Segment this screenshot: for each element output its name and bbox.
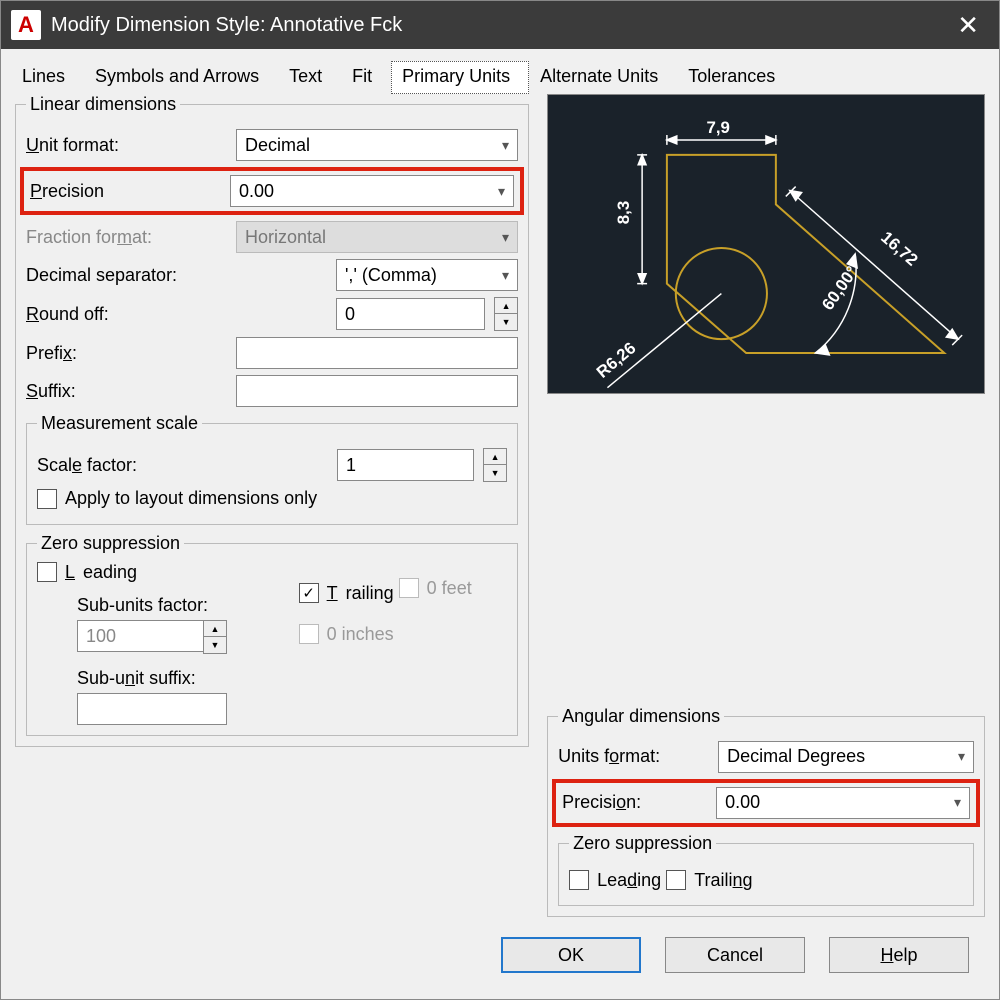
ok-button[interactable]: OK (501, 937, 641, 973)
linear-dimensions-group: Linear dimensions Unit format: Decimal▾ … (15, 94, 529, 747)
chevron-down-icon: ▾ (498, 183, 505, 200)
subunits-factor-input: 100 (77, 620, 204, 652)
angular-legend: Angular dimensions (558, 706, 724, 727)
spinner-up-icon[interactable]: ▲ (484, 449, 506, 465)
button-bar: OK Cancel Help (1, 917, 999, 999)
subunits-factor-label: Sub-units factor: (77, 595, 269, 616)
angular-trailing-checkbox[interactable]: Trailing (666, 870, 752, 891)
prefix-label: Prefix: (26, 343, 226, 364)
precision-select[interactable]: 0.00▾ (230, 175, 514, 207)
unit-format-label: Unit format: (26, 135, 226, 156)
subunit-suffix-label: Sub-unit suffix: (77, 668, 269, 689)
precision-highlight: Precision 0.00▾ (20, 167, 524, 215)
subunits-factor-spinner: ▲▼ (203, 620, 227, 654)
cancel-button[interactable]: Cancel (665, 937, 805, 973)
tab-fit[interactable]: Fit (341, 61, 391, 94)
angular-precision-highlight: Precision: 0.00▾ (552, 779, 980, 827)
tab-tolerances[interactable]: Tolerances (677, 61, 794, 94)
spinner-down-icon[interactable]: ▼ (495, 314, 517, 330)
fraction-format-select: Horizontal▾ (236, 221, 518, 253)
window-title: Modify Dimension Style: Annotative Fck (51, 14, 947, 37)
round-off-input[interactable]: 0 (336, 298, 485, 330)
zero-l-legend: Zero suppression (37, 533, 184, 554)
zero-feet-checkbox: 0 feet (399, 578, 472, 599)
angular-units-format-select[interactable]: Decimal Degrees▾ (718, 741, 974, 773)
close-icon[interactable]: ✕ (947, 10, 989, 41)
spinner-down-icon: ▼ (204, 637, 226, 653)
spinner-up-icon[interactable]: ▲ (495, 298, 517, 314)
decimal-separator-label: Decimal separator: (26, 265, 326, 286)
measurement-scale-group: Measurement scale Scale factor: 1 ▲▼ App… (26, 413, 518, 525)
tab-symbols-arrows[interactable]: Symbols and Arrows (84, 61, 278, 94)
svg-text:60,00°: 60,00° (818, 263, 862, 314)
fraction-format-label: Fraction format: (26, 227, 226, 248)
svg-text:7,9: 7,9 (707, 118, 730, 137)
help-button[interactable]: Help (829, 937, 969, 973)
tab-strip: Lines Symbols and Arrows Text Fit Primar… (1, 49, 999, 94)
suffix-input[interactable] (236, 375, 518, 407)
svg-text:8,3: 8,3 (614, 201, 633, 224)
chevron-down-icon: ▾ (954, 794, 961, 811)
titlebar: A Modify Dimension Style: Annotative Fck… (1, 1, 999, 49)
spinner-down-icon[interactable]: ▼ (484, 465, 506, 481)
zero-suppression-angular-group: Zero suppression Leading Trailing (558, 833, 974, 907)
subunit-suffix-input (77, 693, 227, 725)
tab-text[interactable]: Text (278, 61, 341, 94)
unit-format-select[interactable]: Decimal▾ (236, 129, 518, 161)
zero-inches-checkbox: 0 inches (299, 624, 394, 645)
svg-text:R6,26: R6,26 (593, 338, 640, 381)
angular-precision-label: Precision: (562, 792, 706, 813)
leading-checkbox[interactable]: Leading (37, 562, 137, 583)
decimal-separator-select[interactable]: ',' (Comma)▾ (336, 259, 518, 291)
angular-precision-select[interactable]: 0.00▾ (716, 787, 970, 819)
round-off-spinner[interactable]: ▲▼ (494, 297, 518, 331)
linear-legend: Linear dimensions (26, 94, 180, 115)
dimension-preview: 7,9 8,3 16,72 60,00° R6,26 (547, 94, 985, 394)
scale-legend: Measurement scale (37, 413, 202, 434)
zero-a-legend: Zero suppression (569, 833, 716, 854)
chevron-down-icon: ▾ (502, 267, 509, 284)
trailing-checkbox[interactable]: ✓Trailing (299, 583, 394, 604)
precision-label: Precision (30, 181, 220, 202)
angular-units-format-label: Units format: (558, 746, 708, 767)
prefix-input[interactable] (236, 337, 518, 369)
tab-alternate-units[interactable]: Alternate Units (529, 61, 677, 94)
zero-suppression-linear-group: Zero suppression Leading Sub-units facto… (26, 533, 518, 737)
scale-factor-input[interactable]: 1 (337, 449, 474, 481)
angular-leading-checkbox[interactable]: Leading (569, 870, 661, 891)
app-icon: A (11, 10, 41, 40)
chevron-down-icon: ▾ (502, 229, 509, 246)
scale-factor-spinner[interactable]: ▲▼ (483, 448, 507, 482)
scale-factor-label: Scale factor: (37, 455, 327, 476)
angular-dimensions-group: Angular dimensions Units format: Decimal… (547, 706, 985, 918)
apply-layout-checkbox[interactable]: Apply to layout dimensions only (37, 488, 317, 509)
svg-text:16,72: 16,72 (877, 228, 921, 270)
chevron-down-icon: ▾ (502, 137, 509, 154)
round-off-label: Round off: (26, 304, 326, 325)
suffix-label: Suffix: (26, 381, 226, 402)
spinner-up-icon: ▲ (204, 621, 226, 637)
tab-lines[interactable]: Lines (11, 61, 84, 94)
tab-primary-units[interactable]: Primary Units (391, 61, 529, 94)
chevron-down-icon: ▾ (958, 748, 965, 765)
